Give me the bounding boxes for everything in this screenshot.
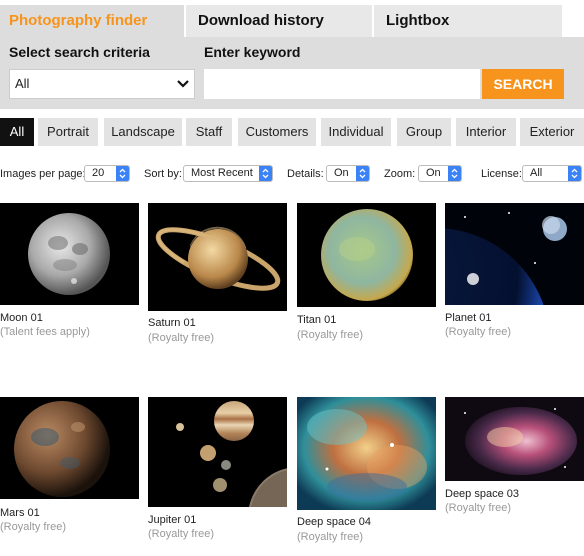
zoom-select[interactable]: On (418, 165, 462, 182)
image-license: (Royalty free) (297, 531, 364, 543)
tab-photography-finder[interactable]: Photography finder (0, 5, 184, 37)
image-license: (Royalty free) (148, 528, 215, 540)
keyword-label: Enter keyword (204, 44, 301, 60)
image-title[interactable]: Jupiter 01 (148, 514, 196, 526)
search-criteria-value: All (15, 76, 30, 91)
display-options-bar: Images per page: 20 Sort by: Most Recent… (0, 164, 584, 184)
jupiter-thumbnail[interactable] (148, 397, 287, 507)
image-title[interactable]: Mars 01 (0, 507, 40, 519)
details-label: Details: (287, 168, 324, 180)
images-per-page-label: Images per page: (0, 168, 86, 180)
category-exterior[interactable]: Exterior (520, 118, 584, 146)
image-license: (Talent fees apply) (0, 326, 90, 338)
image-title[interactable]: Planet 01 (445, 312, 491, 324)
image-license: (Royalty free) (148, 332, 215, 344)
image-title[interactable]: Deep space 04 (297, 516, 371, 528)
category-all[interactable]: All (0, 118, 34, 146)
images-per-page-value: 20 (92, 167, 105, 179)
category-interior[interactable]: Interior (456, 118, 516, 146)
license-value: All (530, 167, 543, 179)
category-landscape[interactable]: Landscape (104, 118, 182, 146)
tab-download-history[interactable]: Download history (186, 5, 372, 37)
mars-thumbnail[interactable] (0, 397, 139, 499)
image-license: (Royalty free) (445, 326, 512, 338)
keyword-input[interactable] (204, 69, 480, 99)
search-criteria-select[interactable]: All (9, 69, 195, 99)
license-label: License: (481, 168, 522, 180)
image-license: (Royalty free) (297, 329, 364, 341)
search-criteria-label: Select search criteria (9, 44, 150, 60)
category-portrait[interactable]: Portrait (38, 118, 98, 146)
details-value: On (334, 167, 349, 179)
updown-arrows-icon (116, 166, 129, 181)
updown-arrows-icon (356, 166, 369, 181)
category-individual[interactable]: Individual (321, 118, 391, 146)
sort-by-value: Most Recent (191, 167, 253, 179)
details-select[interactable]: On (326, 165, 370, 182)
category-customers[interactable]: Customers (238, 118, 316, 146)
category-group[interactable]: Group (397, 118, 451, 146)
titan-thumbnail[interactable] (297, 203, 436, 307)
images-per-page-select[interactable]: 20 (84, 165, 130, 182)
category-staff[interactable]: Staff (186, 118, 232, 146)
image-title[interactable]: Deep space 03 (445, 488, 519, 500)
zoom-label: Zoom: (384, 168, 416, 180)
planet-thumbnail[interactable] (445, 203, 584, 305)
updown-arrows-icon (259, 166, 272, 181)
chevron-down-icon (177, 80, 189, 88)
image-license: (Royalty free) (0, 521, 67, 533)
sort-by-label: Sort by: (144, 168, 182, 180)
search-panel: Select search criteria Enter keyword All… (0, 37, 584, 109)
sort-by-select[interactable]: Most Recent (183, 165, 273, 182)
zoom-value: On (426, 167, 441, 179)
image-title[interactable]: Moon 01 (0, 312, 43, 324)
updown-arrows-icon (448, 166, 461, 181)
image-title[interactable]: Saturn 01 (148, 317, 196, 329)
image-title[interactable]: Titan 01 (297, 314, 336, 326)
search-button[interactable]: SEARCH (482, 69, 564, 99)
moon-thumbnail[interactable] (0, 203, 139, 305)
updown-arrows-icon (568, 166, 581, 181)
deep-space-04-thumbnail[interactable] (297, 397, 436, 510)
license-select[interactable]: All (522, 165, 582, 182)
saturn-thumbnail[interactable] (148, 203, 287, 311)
deep-space-03-thumbnail[interactable] (445, 397, 584, 481)
tab-lightbox[interactable]: Lightbox (374, 5, 562, 37)
image-license: (Royalty free) (445, 502, 512, 514)
